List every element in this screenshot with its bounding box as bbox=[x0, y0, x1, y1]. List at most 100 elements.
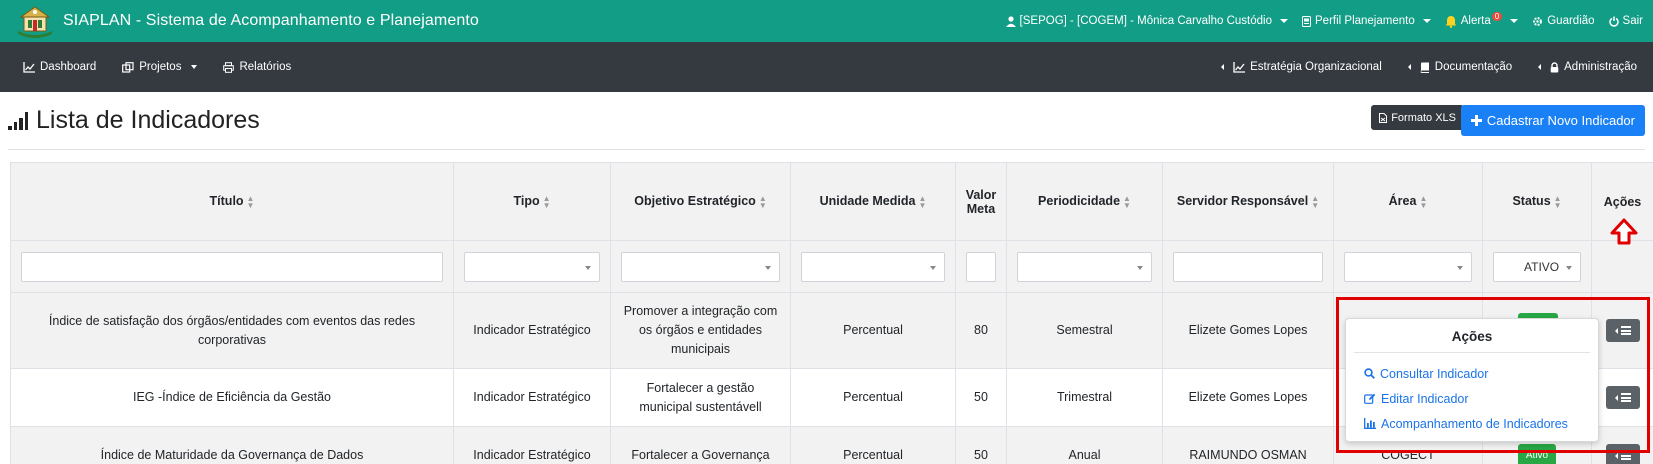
app-title[interactable]: SIAPLAN - Sistema de Acompanhamento e Pl… bbox=[63, 12, 479, 30]
nav-strategy[interactable]: Estratégia Organizacional bbox=[1221, 61, 1382, 73]
col-header-objetivo[interactable]: Objetivo Estratégico ▲ ▼ bbox=[610, 162, 791, 241]
col-header-label: Área bbox=[1388, 194, 1417, 209]
col-header-status[interactable]: Status ▲ ▼ bbox=[1482, 162, 1592, 241]
nav-reports[interactable]: Relatórios bbox=[223, 61, 291, 73]
col-header-servidor[interactable]: Servidor Responsável ▲ ▼ bbox=[1162, 162, 1334, 241]
status-filter-value: ATIVO bbox=[1524, 259, 1560, 274]
status-filter-select[interactable]: ATIVO bbox=[1493, 251, 1581, 282]
chevron-down-icon bbox=[191, 65, 198, 69]
nav-docs[interactable]: Documentação bbox=[1407, 61, 1513, 73]
signal-bars-icon bbox=[8, 111, 28, 130]
profile-label: Perfil Planejamento bbox=[1315, 15, 1415, 27]
app-logo-icon[interactable] bbox=[15, 3, 55, 39]
red-up-arrow-icon bbox=[1610, 218, 1638, 245]
cell-unidade: Percentual bbox=[790, 292, 956, 369]
filter-cell bbox=[453, 240, 611, 293]
filter-cell bbox=[1591, 240, 1653, 293]
follow-indicators-link[interactable]: Acompanhamento de Indicadores bbox=[1346, 411, 1598, 436]
lock-icon bbox=[1550, 61, 1559, 72]
cell-servidor: Elizete Gomes Lopes bbox=[1162, 292, 1334, 369]
consult-indicator-label: Consultar Indicador bbox=[1380, 366, 1489, 381]
profile-menu[interactable]: Perfil Planejamento bbox=[1302, 15, 1431, 27]
cell-valor-meta: 80 bbox=[955, 292, 1007, 369]
guardian-label: Guardião bbox=[1547, 15, 1595, 27]
add-indicator-button[interactable]: Cadastrar Novo Indicador bbox=[1460, 105, 1645, 136]
alert-menu[interactable]: Alerta 0 bbox=[1445, 11, 1519, 28]
col-header-label: Servidor Responsável bbox=[1176, 194, 1309, 209]
cell-servidor: Elizete Gomes Lopes bbox=[1162, 368, 1334, 427]
col-header-area[interactable]: Área ▲ ▼ bbox=[1333, 162, 1483, 241]
filter-cell bbox=[1162, 240, 1334, 293]
cell-valor-meta: 50 bbox=[955, 368, 1007, 427]
bar-chart-icon bbox=[1364, 418, 1376, 429]
line-chart-icon bbox=[23, 61, 35, 73]
cell-periodicidade: Trimestral bbox=[1006, 368, 1163, 427]
tipo-filter-select[interactable] bbox=[464, 251, 600, 282]
sort-icon: ▲ ▼ bbox=[758, 193, 767, 210]
edit-indicator-link[interactable]: Editar Indicador bbox=[1346, 386, 1598, 411]
line-chart-icon bbox=[1233, 61, 1246, 73]
exit-label: Sair bbox=[1622, 15, 1643, 27]
col-header-titulo[interactable]: Título ▲ ▼ bbox=[10, 162, 454, 241]
id-card-icon bbox=[1302, 15, 1311, 27]
nav-dashboard[interactable]: Dashboard bbox=[23, 61, 96, 73]
cell-valor-meta: 50 bbox=[955, 426, 1007, 464]
cell-objetivo: Fortalecer a Governança bbox=[610, 426, 791, 464]
unidade-filter-select[interactable] bbox=[801, 251, 945, 282]
periodicidade-filter-select[interactable] bbox=[1017, 251, 1152, 282]
projects-icon bbox=[122, 61, 134, 73]
valor-meta-filter-input[interactable] bbox=[966, 251, 996, 282]
chevron-down-icon bbox=[1510, 19, 1519, 23]
col-header-valor-meta[interactable]: Valor Meta bbox=[955, 162, 1007, 241]
servidor-filter-input[interactable] bbox=[1173, 251, 1323, 282]
exit-link[interactable]: Sair bbox=[1608, 15, 1643, 27]
filter-cell bbox=[955, 240, 1007, 293]
guardian-link[interactable]: Guardião bbox=[1532, 15, 1595, 27]
chevron-left-icon bbox=[1221, 64, 1225, 70]
col-header-periodicidade[interactable]: Periodicidade ▲ ▼ bbox=[1006, 162, 1163, 241]
cell-unidade: Percentual bbox=[790, 368, 956, 427]
actions-dropdown-title: Ações bbox=[1354, 319, 1590, 353]
col-header-label: Tipo bbox=[513, 194, 540, 209]
cell-periodicidade: Semestral bbox=[1006, 292, 1163, 369]
top-bar: SIAPLAN - Sistema de Acompanhamento e Pl… bbox=[0, 0, 1653, 42]
printer-icon bbox=[223, 61, 235, 73]
col-header-label: Status bbox=[1512, 194, 1551, 209]
objetivo-filter-select[interactable] bbox=[621, 251, 780, 282]
alert-count-badge: 0 bbox=[1491, 11, 1503, 21]
export-xls-button[interactable]: Formato XLS bbox=[1371, 105, 1464, 130]
col-header-label: Periodicidade bbox=[1038, 194, 1121, 209]
edit-indicator-label: Editar Indicador bbox=[1381, 391, 1469, 406]
add-indicator-label: Cadastrar Novo Indicador bbox=[1486, 113, 1635, 128]
gear-icon bbox=[1533, 16, 1543, 26]
nav-reports-label: Relatórios bbox=[239, 61, 292, 73]
sort-icon: ▲ ▼ bbox=[1553, 193, 1562, 210]
sort-icon: ▲ ▼ bbox=[1311, 193, 1320, 210]
nav-docs-label: Documentação bbox=[1434, 61, 1513, 73]
titulo-filter-input[interactable] bbox=[21, 251, 443, 282]
filter-cell bbox=[1006, 240, 1163, 293]
area-filter-select[interactable] bbox=[1344, 251, 1472, 282]
chevron-down-icon bbox=[1280, 19, 1288, 23]
cell-titulo: IEG -Índice de Eficiência da Gestão bbox=[10, 368, 454, 427]
sort-icon: ▲ ▼ bbox=[1419, 193, 1428, 210]
nav-projects[interactable]: Projetos bbox=[122, 61, 198, 73]
nav-admin[interactable]: Administração bbox=[1538, 61, 1637, 73]
user-menu[interactable]: [SEPOG] - [COGEM] - Mônica Carvalho Cust… bbox=[1005, 15, 1288, 27]
page-title: Lista de Indicadores bbox=[8, 106, 260, 135]
page-header: Lista de Indicadores Formato XLS Cadastr… bbox=[8, 100, 1645, 150]
cell-unidade: Percentual bbox=[790, 426, 956, 464]
book-icon bbox=[1420, 62, 1429, 73]
cell-tipo: Indicador Estratégico bbox=[453, 292, 611, 369]
chevron-left-icon bbox=[1407, 64, 1411, 70]
consult-indicator-link[interactable]: Consultar Indicador bbox=[1346, 361, 1598, 386]
col-header-tipo[interactable]: Tipo ▲ ▼ bbox=[453, 162, 611, 241]
nav-projects-label: Projetos bbox=[139, 61, 182, 73]
cell-objetivo: Promover a integração com os órgãos e en… bbox=[610, 292, 791, 369]
filter-cell: ATIVO bbox=[1482, 240, 1592, 293]
nav-dashboard-label: Dashboard bbox=[40, 61, 97, 73]
main-navbar: Dashboard Projetos Relatórios Estratégia… bbox=[0, 42, 1653, 92]
col-header-label: Ações bbox=[1603, 194, 1642, 209]
col-header-unidade[interactable]: Unidade Medida ▲ ▼ bbox=[790, 162, 956, 241]
cell-tipo: Indicador Estratégico bbox=[453, 368, 611, 427]
